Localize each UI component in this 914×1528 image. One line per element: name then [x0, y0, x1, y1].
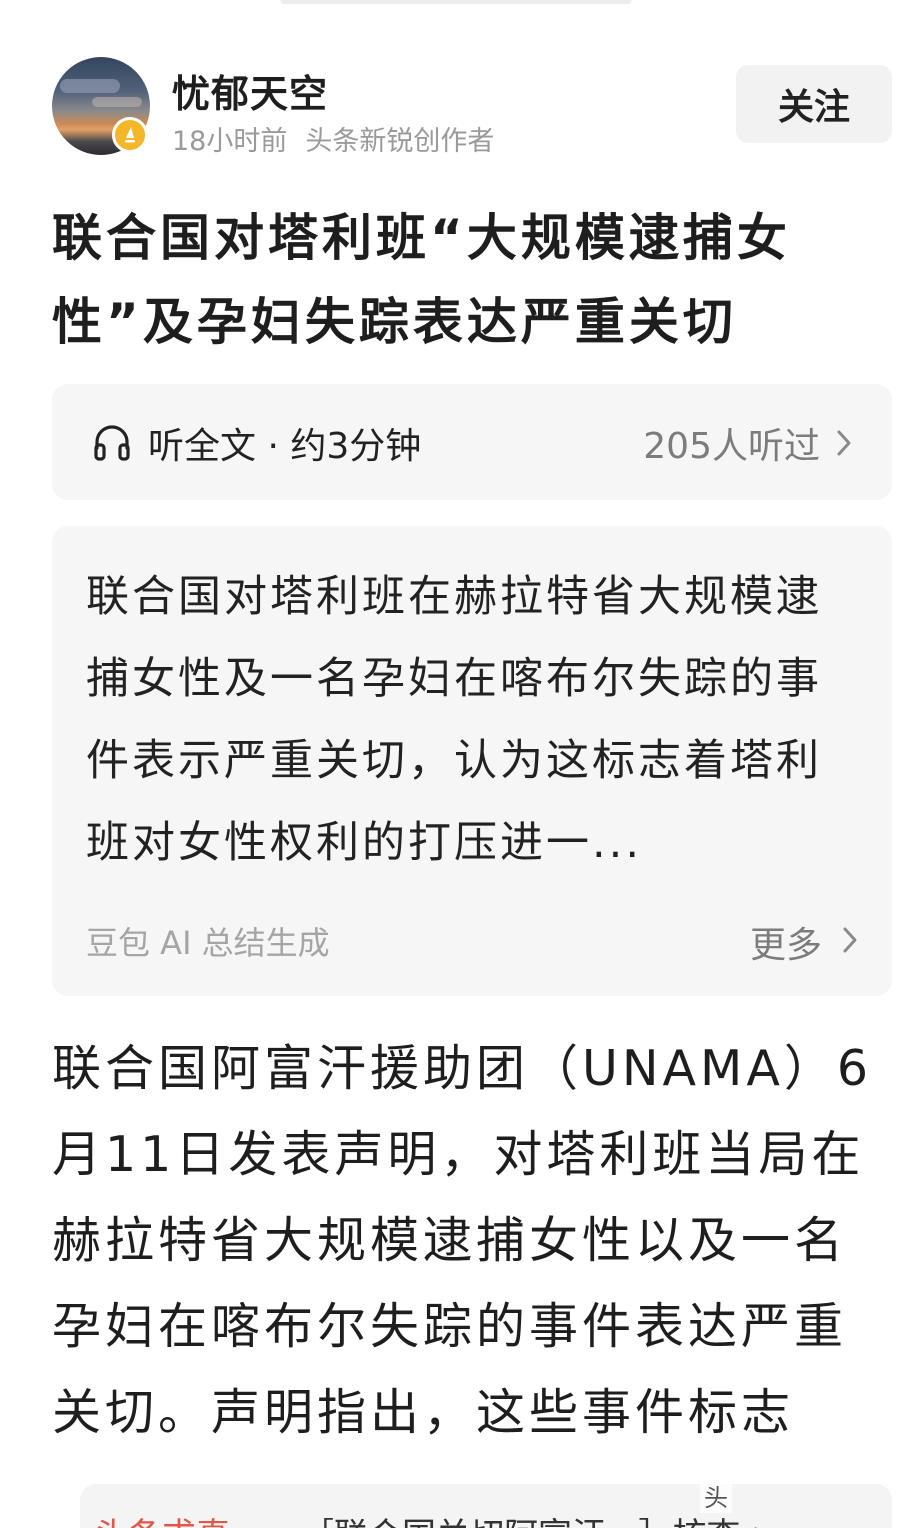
creator-badge-icon [112, 117, 148, 153]
headphones-icon [94, 425, 130, 461]
article-body: 联合国阿富汗援助团（UNAMA）6月11日发表声明，对塔利班当局在赫拉特省大规模… [52, 1040, 873, 1441]
author-meta: 18小时前 头条新锐创作者 [172, 119, 494, 158]
chevron-right-icon [843, 927, 857, 953]
author-tag: 头条新锐创作者 [305, 126, 495, 157]
ai-summary-card[interactable]: 联合国对塔利班在赫拉特省大规模逮捕女性及一名孕妇在喀布尔失踪的事件表示严重关切，… [52, 526, 892, 996]
listen-count: 205人听过 [643, 426, 820, 467]
follow-button[interactable]: 关注 [736, 65, 892, 143]
summary-source: 豆包 AI 总结生成 [86, 924, 330, 962]
author-name[interactable]: 忧郁天空 [172, 63, 328, 118]
chevron-right-icon [837, 430, 851, 456]
drag-handle[interactable] [280, 0, 632, 4]
article-page: 忧郁天空 18小时前 头条新锐创作者 关注 联合国对塔利班“大规模逮捕女性”及孕妇… [0, 0, 914, 1528]
author-header: 忧郁天空 18小时前 头条新锐创作者 关注 [52, 57, 892, 157]
listen-full-text-bar[interactable]: 听全文 · 约3分钟 205人听过 [52, 384, 892, 500]
summary-more-button[interactable]: 更多 [750, 916, 822, 968]
watermark: 头 [700, 1478, 732, 1513]
post-time: 18小时前 [172, 126, 288, 157]
listen-label: 听全文 · 约3分钟 [148, 426, 422, 467]
fact-check-recommendation[interactable]: 头条求真 ［联合国关切阿富汗...］核查 > [80, 1484, 892, 1528]
article-title: 联合国对塔利班“大规模逮捕女性”及孕妇失踪表达严重关切 [52, 209, 791, 351]
recommend-tag: 头条求真 [94, 1508, 230, 1528]
summary-text: 联合国对塔利班在赫拉特省大规模逮捕女性及一名孕妇在喀布尔失踪的事件表示严重关切，… [86, 572, 822, 868]
